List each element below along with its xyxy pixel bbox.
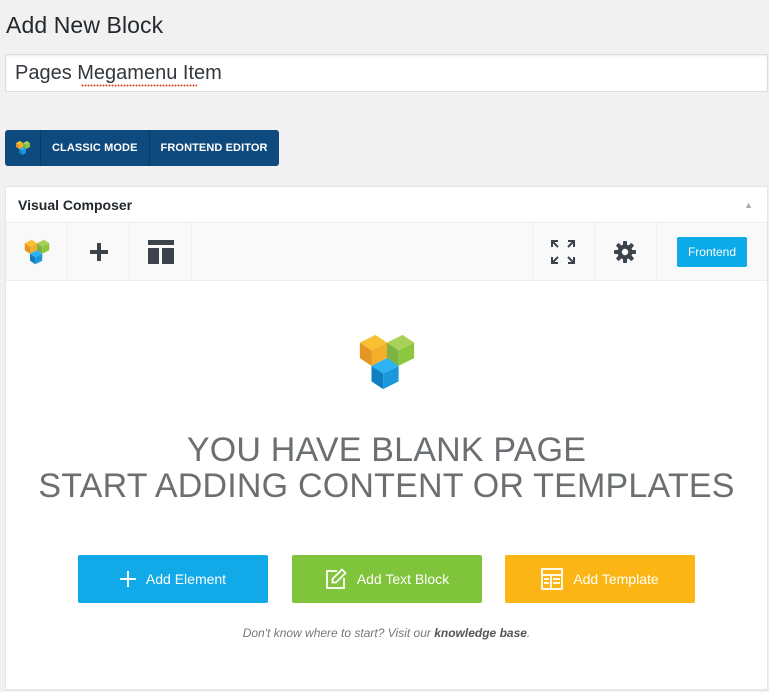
collapse-toggle-icon[interactable]: ▲ xyxy=(744,200,755,210)
add-template-label: Add Template xyxy=(573,571,659,587)
edit-icon xyxy=(325,568,347,590)
frontend-wrap: Frontend xyxy=(655,223,767,280)
add-text-block-label: Add Text Block xyxy=(356,571,450,587)
visual-composer-panel: Visual Composer ▲ Frontend YOU HAVE BLAN… xyxy=(5,186,768,690)
add-element-label: Add Element xyxy=(145,571,227,587)
gear-icon[interactable] xyxy=(593,223,656,280)
page-title: Add New Block xyxy=(6,12,164,38)
add-element-plus-icon[interactable] xyxy=(68,223,130,280)
layout-icon[interactable] xyxy=(130,223,192,280)
vc-logo-icon[interactable] xyxy=(6,223,68,280)
vc-logo-icon[interactable] xyxy=(5,130,41,166)
panel-title: Visual Composer xyxy=(18,196,133,213)
add-element-button[interactable]: Add Element xyxy=(78,555,268,603)
help-hint: Don't know where to start? Visit our kno… xyxy=(6,626,767,640)
composer-toolbar: Frontend xyxy=(6,223,767,281)
frontend-button[interactable]: Frontend xyxy=(676,236,747,267)
classic-mode-button[interactable]: CLASSIC MODE xyxy=(41,130,150,166)
editor-mode-bar: CLASSIC MODE FRONTEND EDITOR xyxy=(5,130,279,166)
hint-suffix: . xyxy=(526,626,531,640)
panel-header: Visual Composer ▲ xyxy=(6,187,767,223)
add-text-block-button[interactable]: Add Text Block xyxy=(292,555,482,603)
blank-page-area: YOU HAVE BLANK PAGE START ADDING CONTENT… xyxy=(6,281,767,689)
knowledge-base-link[interactable]: knowledge base xyxy=(434,626,527,640)
hint-prefix: Don't know where to start? Visit our xyxy=(242,626,435,640)
fullscreen-icon[interactable] xyxy=(531,223,594,280)
template-icon xyxy=(541,568,564,590)
vc-logo-large-icon xyxy=(359,334,415,390)
frontend-editor-button[interactable]: FRONTEND EDITOR xyxy=(150,130,279,166)
add-template-button[interactable]: Add Template xyxy=(505,555,695,603)
blank-headline-1: YOU HAVE BLANK PAGE xyxy=(186,431,587,469)
blank-headline-2: START ADDING CONTENT OR TEMPLATES xyxy=(38,467,735,505)
plus-icon xyxy=(119,571,136,587)
spellcheck-underline xyxy=(81,84,197,87)
